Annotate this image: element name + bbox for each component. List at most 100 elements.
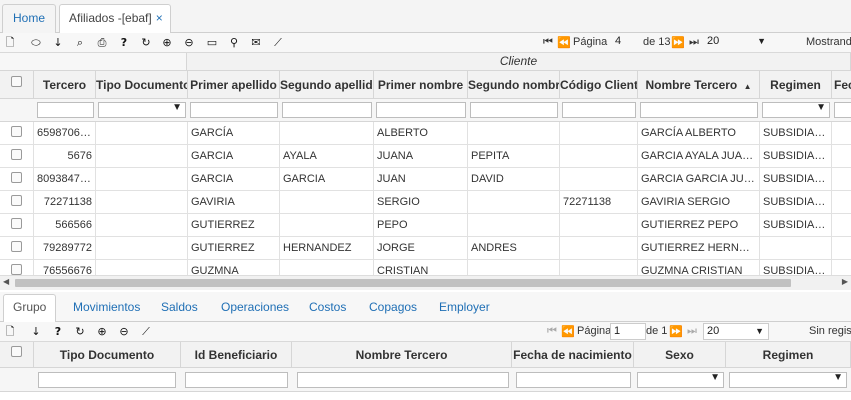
col-header-tipo-documento[interactable]: Tipo Documento	[96, 71, 188, 99]
filter-regimen[interactable]: ▼	[762, 102, 830, 118]
detail-col-nombre-tercero[interactable]: Nombre Tercero	[292, 342, 512, 368]
cell-regimen: SUBSIDIADO	[760, 191, 832, 214]
col-header-nombre-tercero[interactable]: Nombre Tercero ▲	[638, 71, 760, 99]
page-input[interactable]: 4	[612, 34, 638, 51]
col-header-fecha[interactable]: Fec	[832, 71, 851, 99]
filter-segundo-nombre[interactable]	[470, 102, 558, 118]
select-all-checkbox[interactable]	[11, 76, 22, 87]
prev-page-icon[interactable]: ⏪	[561, 325, 575, 338]
table-row[interactable]: 79289772 GUTIERREZ HERNANDEZ JORGE ANDRES GUT…	[0, 237, 851, 260]
new-icon[interactable]: 🗋	[3, 324, 17, 339]
filter-fecha[interactable]	[834, 102, 851, 118]
next-page-icon[interactable]: ⏩	[669, 325, 683, 338]
detail-col-fecha-nacimiento[interactable]: Fecha de nacimiento	[512, 342, 634, 368]
table-row[interactable]: 5676 GARCIA AYALA JUANA PEPITA GARCIA AYALA J…	[0, 145, 851, 168]
detail-col-tipo-documento[interactable]: Tipo Documento	[34, 342, 181, 368]
pin-icon[interactable]: ⚲	[227, 35, 241, 50]
row-checkbox[interactable]	[11, 126, 22, 137]
row-checkbox[interactable]	[11, 241, 22, 252]
page-size-select[interactable]: 20 ▼	[704, 34, 770, 51]
new-icon[interactable]: 🗋	[3, 35, 17, 50]
download-icon[interactable]: ↓	[29, 324, 43, 339]
scrollbar-thumb[interactable]	[15, 279, 791, 287]
col-header-primer-nombre[interactable]: Primer nombre	[374, 71, 468, 99]
zoom-out-icon[interactable]: ⊖	[182, 35, 196, 50]
first-page-icon[interactable]: ⏮	[547, 325, 557, 338]
cell-regimen	[760, 237, 832, 260]
close-tab-icon[interactable]: ×	[156, 11, 163, 25]
table-row[interactable]: 65987064... GARCÍA ALBERTO GARCÍA ALBERTO SU…	[0, 122, 851, 145]
help-icon[interactable]: ?	[51, 324, 65, 339]
detail-page-size-select[interactable]: 20 ▼	[703, 323, 769, 340]
tab-copagos[interactable]: Copagos	[369, 300, 417, 314]
col-header-segundo-apellido[interactable]: Segundo apellido	[280, 71, 374, 99]
filter-nombre-tercero[interactable]	[640, 102, 758, 118]
tab-home[interactable]: Home	[2, 4, 56, 33]
detail-select-all-checkbox[interactable]	[11, 346, 22, 357]
tab-afiliados[interactable]: Afiliados -[ebaf] ×	[59, 4, 171, 34]
detail-filter-id-beneficiario[interactable]	[185, 372, 288, 388]
tab-grupo[interactable]: Grupo	[13, 300, 46, 314]
refresh-icon[interactable]: ↻	[139, 35, 153, 50]
help-icon[interactable]: ?	[117, 35, 131, 50]
detail-col-sexo[interactable]: Sexo	[634, 342, 726, 368]
resize-icon[interactable]: ⟋	[139, 324, 153, 339]
filter-primer-apellido[interactable]	[190, 102, 278, 118]
detail-col-id-beneficiario[interactable]: Id Beneficiario	[181, 342, 292, 368]
refresh-icon[interactable]: ↻	[73, 324, 87, 339]
clear-icon[interactable]: ⬭	[29, 35, 43, 50]
last-page-icon[interactable]: ⏭	[689, 36, 699, 49]
tab-costos[interactable]: Costos	[309, 300, 346, 314]
group-header-cliente: Cliente	[187, 53, 851, 71]
search-icon[interactable]: ⌕	[73, 35, 87, 50]
cell-primer-apellido: GUTIERREZ	[188, 214, 280, 237]
table-row[interactable]: 76556676 GUZMNA CRISTIAN GUZMNA CRISTIAN SUB…	[0, 260, 851, 275]
filter-primer-nombre[interactable]	[376, 102, 466, 118]
main-grid: Cliente Tercero Tipo Documento Primer ap…	[0, 53, 851, 275]
mail-icon[interactable]: ✉	[249, 35, 263, 50]
detail-filter-sexo[interactable]: ▼	[637, 372, 724, 388]
row-checkbox[interactable]	[11, 218, 22, 229]
filter-segundo-apellido[interactable]	[282, 102, 372, 118]
first-page-icon[interactable]: ⏮	[543, 36, 553, 49]
zoom-in-icon[interactable]: ⊕	[95, 324, 109, 339]
filter-tipo-documento[interactable]: ▼	[98, 102, 186, 118]
filter-tercero[interactable]	[37, 102, 94, 118]
col-header-primer-apellido[interactable]: Primer apellido	[188, 71, 280, 99]
tab-operaciones[interactable]: Operaciones	[221, 300, 289, 314]
row-checkbox[interactable]	[11, 264, 22, 275]
table-row[interactable]: 72271138 GAVIRIA SERGIO 72271138 GAVIRIA SER…	[0, 191, 851, 214]
last-page-icon[interactable]: ⏭	[687, 325, 697, 338]
col-header-regimen[interactable]: Regimen	[760, 71, 832, 99]
zoom-out-icon[interactable]: ⊖	[117, 324, 131, 339]
table-row[interactable]: 566566 GUTIERREZ PEPO GUTIERREZ PEPO SUBSIDI…	[0, 214, 851, 237]
next-page-icon[interactable]: ⏩	[671, 36, 685, 49]
tab-movimientos[interactable]: Movimientos	[73, 300, 140, 314]
detail-filter-tipo-documento[interactable]	[38, 372, 176, 388]
col-header-codigo-cliente[interactable]: Código Cliente	[560, 71, 638, 99]
cell-segundo-apellido: GARCIA	[280, 168, 374, 191]
filter-codigo-cliente[interactable]	[562, 102, 636, 118]
scroll-left-icon[interactable]: ◀	[3, 277, 9, 286]
row-checkbox[interactable]	[11, 172, 22, 183]
scroll-right-icon[interactable]: ▶	[842, 277, 848, 286]
col-header-segundo-nombre[interactable]: Segundo nombre	[468, 71, 560, 99]
horizontal-scrollbar[interactable]: ◀ ▶	[0, 275, 851, 290]
col-header-tercero[interactable]: Tercero	[34, 71, 96, 99]
zoom-in-icon[interactable]: ⊕	[160, 35, 174, 50]
detail-filter-fecha-nacimiento[interactable]	[516, 372, 631, 388]
detail-filter-nombre-tercero[interactable]	[297, 372, 509, 388]
tab-saldos[interactable]: Saldos	[161, 300, 198, 314]
tab-employer[interactable]: Employer	[439, 300, 490, 314]
print-icon[interactable]: ⎙	[95, 35, 109, 50]
prev-page-icon[interactable]: ⏪	[557, 36, 571, 49]
detail-col-regimen[interactable]: Regimen	[726, 342, 851, 368]
detail-filter-regimen[interactable]: ▼	[729, 372, 847, 388]
row-checkbox[interactable]	[11, 195, 22, 206]
comment-icon[interactable]: ▭	[205, 35, 219, 50]
resize-icon[interactable]: ⟋	[271, 35, 285, 50]
detail-page-input[interactable]: 1	[610, 323, 646, 340]
table-row[interactable]: 809384758 GARCIA GARCIA JUAN DAVID GARCIA GAR…	[0, 168, 851, 191]
download-icon[interactable]: ↓	[51, 35, 65, 50]
row-checkbox[interactable]	[11, 149, 22, 160]
